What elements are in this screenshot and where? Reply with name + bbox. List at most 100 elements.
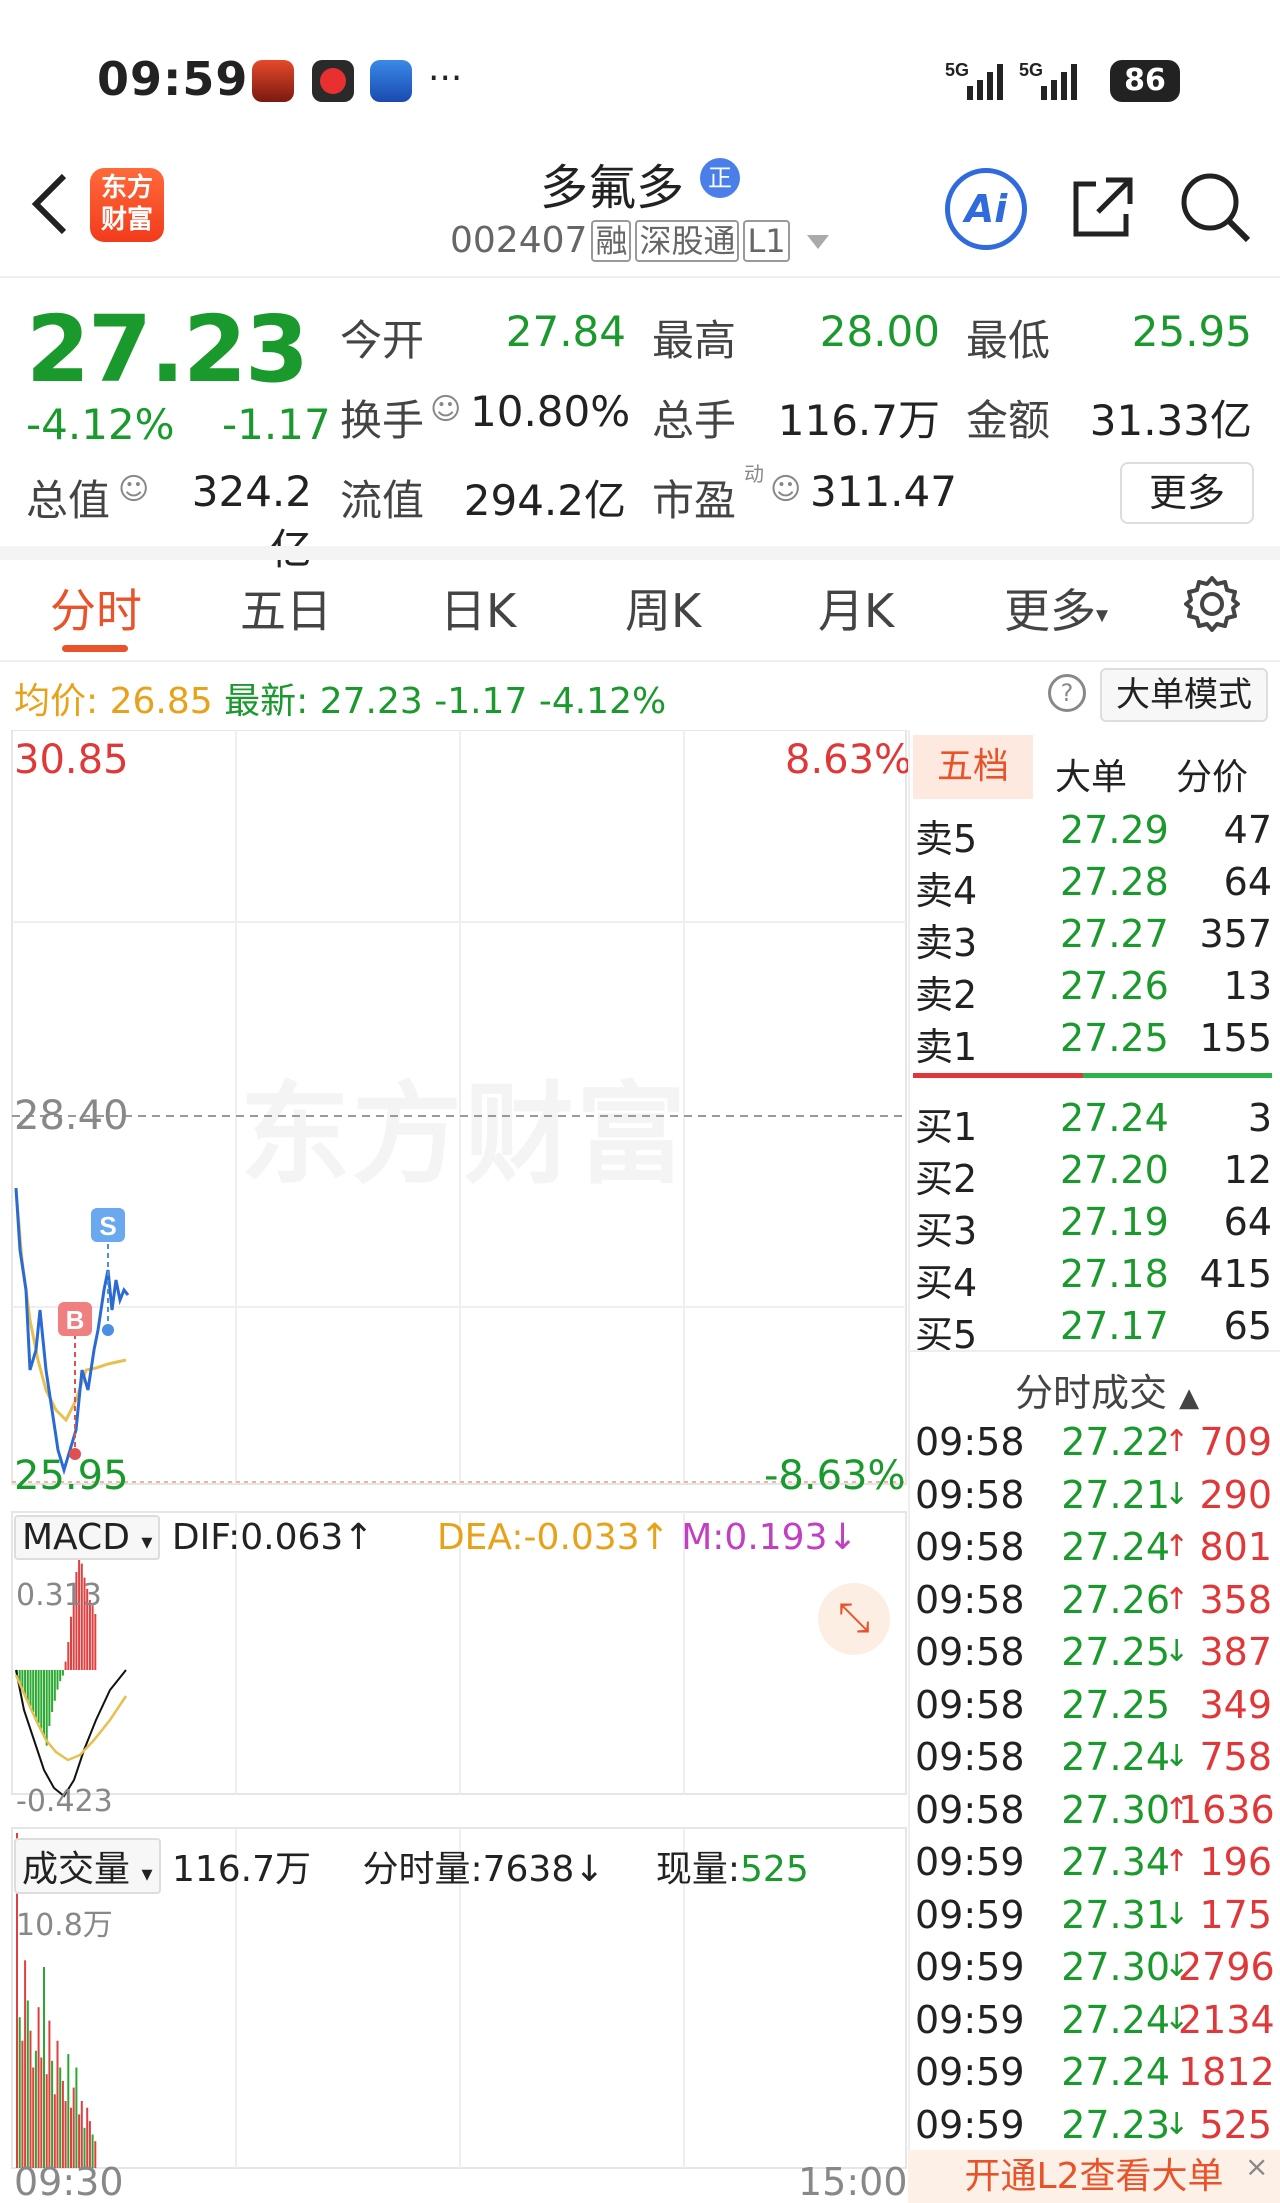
trade-price: 27.22 <box>1061 1420 1170 1464</box>
tag-sgt: 深股通 <box>635 220 740 262</box>
trade-qty: 1812 <box>1178 2050 1275 2094</box>
ask-qty: 155 <box>1199 1016 1272 1060</box>
amount-label: 金额 <box>966 396 1051 445</box>
help-icon[interactable]: ? <box>1048 674 1086 712</box>
volume-bar <box>67 2054 70 2168</box>
zheng-badge: 正 <box>700 158 740 198</box>
info-icon[interactable]: ☺ <box>770 472 801 507</box>
back-icon[interactable] <box>30 172 70 252</box>
volume-header: 成交量 ▾ 116.7万 分时量:7638↓ 现量:525 <box>14 1838 809 1894</box>
pct-axis-low: -8.63% <box>764 1453 906 1499</box>
stock-code-line[interactable]: 002407 融深股通 L1 <box>450 220 830 262</box>
tab-more[interactable]: 更多▾ <box>1004 575 1108 641</box>
macd-bar <box>64 1661 67 1670</box>
volume-bar <box>75 2067 78 2168</box>
trade-qty: 387 <box>1199 1630 1272 1674</box>
mktcap-label: 总值 <box>26 476 111 525</box>
trades-title[interactable]: 分时成交 ▲ <box>1015 1362 1199 1417</box>
ask-label: 卖4 <box>915 869 978 913</box>
app-logo[interactable]: 东方财富 <box>90 168 164 242</box>
tab-big-orders[interactable]: 大单 <box>1055 748 1127 800</box>
pct-axis-high: 8.63% <box>785 737 913 783</box>
volume-bar <box>61 2080 64 2168</box>
trade-price: 27.24 <box>1061 1997 1170 2042</box>
ask-price: 27.27 <box>1060 912 1169 956</box>
tab-five-levels[interactable]: 五档 <box>913 735 1033 799</box>
volume-total: 116.7万 <box>171 1849 312 1890</box>
pe-dynamic-label: 动 <box>744 462 764 486</box>
tab-weekly-k[interactable]: 周K <box>625 575 701 641</box>
tab-daily-k[interactable]: 日K <box>440 575 516 641</box>
signal1-label: 5G <box>945 60 969 80</box>
volume-selector[interactable]: 成交量 ▾ <box>14 1838 161 1894</box>
bid-label: 买5 <box>915 1313 978 1357</box>
volume-selector-label: 成交量 <box>22 1849 131 1890</box>
buy-marker: B <box>66 1305 85 1335</box>
amount-value: 31.33亿 <box>1089 396 1252 445</box>
macd-bar <box>53 1670 56 1701</box>
share-icon[interactable] <box>1068 172 1138 246</box>
min-volume-label: 分时量: <box>362 1849 483 1890</box>
macd-bar <box>59 1670 62 1682</box>
arrow-up-icon: ↑ <box>639 1517 670 1558</box>
trade-time: 09:58 <box>915 1682 1025 1727</box>
gear-icon[interactable] <box>1182 574 1242 638</box>
volume-bar <box>45 2074 48 2168</box>
time-end: 15:00 <box>798 2160 908 2203</box>
trade-qty: 175 <box>1199 1892 1272 1937</box>
trade-qty: 758 <box>1199 1735 1272 1779</box>
volume-bar <box>56 2040 59 2168</box>
tab-active-indicator <box>62 645 128 652</box>
latest-label: 最新: <box>224 681 309 722</box>
tab-fenshi[interactable]: 分时 <box>50 575 142 641</box>
tab-five-day[interactable]: 五日 <box>240 575 332 641</box>
ask-label: 卖3 <box>915 921 978 965</box>
close-icon[interactable]: × <box>1245 2150 1279 2184</box>
ask-price: 27.26 <box>1060 964 1169 1008</box>
macd-selector[interactable]: MACD ▾ <box>14 1515 161 1560</box>
bid-price: 27.17 <box>1060 1304 1169 1348</box>
trade-price: 27.24 <box>1061 2050 1170 2094</box>
caret-down-icon: ▾ <box>141 1530 153 1555</box>
ai-button[interactable]: Ai <box>945 168 1027 250</box>
ask-price: 27.29 <box>1060 808 1169 852</box>
y-axis-low: 25.95 <box>14 1453 129 1499</box>
trade-time: 09:58 <box>915 1630 1025 1674</box>
macd-m: M:0.193 <box>681 1517 828 1558</box>
ask-qty: 47 <box>1223 808 1272 852</box>
trades-title-label: 分时成交 <box>1015 1371 1168 1415</box>
volume-bar <box>40 2057 43 2168</box>
volume-bar <box>26 2000 29 2168</box>
divider <box>910 1350 1280 1352</box>
tab-price-dist[interactable]: 分价 <box>1176 748 1248 800</box>
open-label: 今开 <box>340 316 425 365</box>
l2-upgrade-banner[interactable]: 开通L2查看大单 <box>908 2150 1280 2203</box>
macd-bar <box>70 1616 72 1670</box>
trade-price: 27.24 <box>1061 1735 1170 1779</box>
volume-bar <box>34 2050 37 2168</box>
trade-time: 09:59 <box>915 2102 1025 2147</box>
bid-qty: 3 <box>1247 1096 1272 1140</box>
arrow-down-icon: ↓ <box>827 1517 858 1558</box>
high-label: 最高 <box>652 316 737 365</box>
info-icon[interactable]: ☺ <box>118 472 149 507</box>
search-icon[interactable] <box>1178 170 1254 250</box>
trade-price: 27.34 <box>1061 1840 1170 1884</box>
more-button[interactable]: 更多 <box>1120 462 1254 524</box>
change-amount: -1.17 <box>222 400 331 449</box>
volume-value: 116.7万 <box>777 396 940 445</box>
bid-price: 27.20 <box>1060 1148 1169 1192</box>
macd-bar <box>48 1670 51 1726</box>
divider <box>0 276 1280 278</box>
info-icon[interactable]: ☺ <box>430 392 461 427</box>
float-value: 294.2亿 <box>463 476 626 525</box>
big-order-mode-button[interactable]: 大单模式 <box>1100 668 1268 722</box>
tab-monthly-k[interactable]: 月K <box>818 575 894 641</box>
volume-bar <box>37 2007 40 2168</box>
bid-label: 买4 <box>915 1261 978 1305</box>
expand-icon[interactable]: ⤡ <box>818 1583 890 1655</box>
ask-label: 卖1 <box>915 1025 978 1069</box>
trade-qty: 196 <box>1199 1840 1272 1884</box>
latest-pct: -4.12% <box>538 681 667 722</box>
macd-bar <box>29 1670 32 1707</box>
